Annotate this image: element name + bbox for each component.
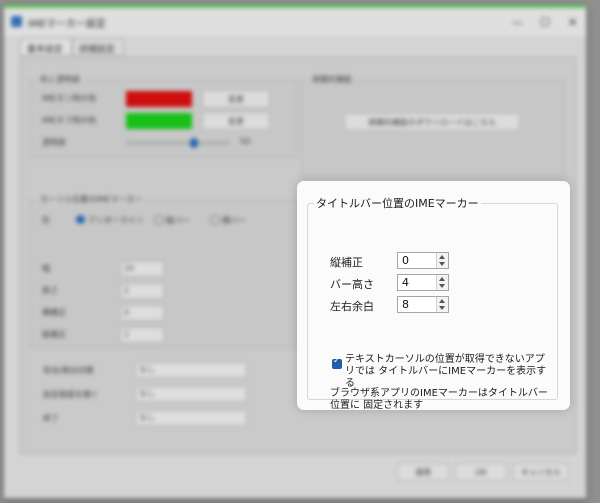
titlebar-marker-group: タイトルバー位置のIMEマーカー 縦補正 0 バー高さ 4 左右余白 8 ✓ テ… <box>307 195 560 411</box>
side-margin-label: 左右余白 <box>330 300 374 313</box>
titlebar-marker-card: タイトルバー位置のIMEマーカー 縦補正 0 バー高さ 4 左右余白 8 ✓ テ… <box>297 181 570 411</box>
spin-down-icon[interactable] <box>439 262 445 266</box>
spin-up-icon[interactable] <box>439 299 445 303</box>
vertical-offset-row: 縦補正 0 <box>330 252 560 270</box>
side-margin-value[interactable]: 8 <box>402 298 409 311</box>
vertical-offset-label: 縦補正 <box>330 256 363 269</box>
vertical-offset-value[interactable]: 0 <box>402 254 409 267</box>
bar-height-label: バー高さ <box>330 278 374 291</box>
vertical-offset-spin-buttons[interactable] <box>436 253 448 268</box>
show-titlebar-marker-label[interactable]: テキストカーソルの位置が取得できないアプリでは タイトルバーにIMEマーカーを表… <box>345 354 550 390</box>
bar-height-stepper[interactable]: 4 <box>397 274 449 291</box>
bar-height-spin-buttons[interactable] <box>436 275 448 290</box>
spin-down-icon[interactable] <box>439 306 445 310</box>
spin-down-icon[interactable] <box>439 284 445 288</box>
checkmark-icon: ✓ <box>333 356 341 366</box>
show-titlebar-marker-checkbox[interactable]: ✓ <box>332 356 342 369</box>
bar-height-value[interactable]: 4 <box>402 276 409 289</box>
spin-up-icon[interactable] <box>439 277 445 281</box>
browser-apps-note: ブラウザ系アプリのIMEマーカーはタイトルバー位置に 固定されます <box>330 388 548 411</box>
side-margin-row: 左右余白 8 <box>330 296 560 314</box>
side-margin-stepper[interactable]: 8 <box>397 296 449 313</box>
vertical-offset-stepper[interactable]: 0 <box>397 252 449 269</box>
spin-up-icon[interactable] <box>439 255 445 259</box>
bar-height-row: バー高さ 4 <box>330 274 560 292</box>
titlebar-marker-group-legend: タイトルバー位置のIMEマーカー <box>316 197 479 210</box>
side-margin-spin-buttons[interactable] <box>436 297 448 312</box>
